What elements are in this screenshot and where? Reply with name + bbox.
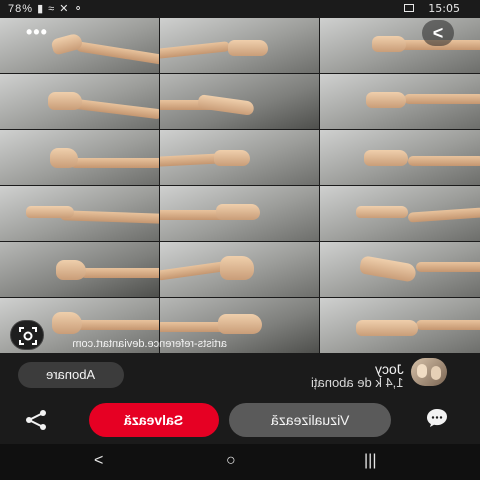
nav-home-button[interactable]: ○: [226, 452, 236, 470]
hand-photo-5: [160, 74, 319, 129]
comment-icon[interactable]: [426, 408, 448, 428]
hand-photo-15: [320, 242, 480, 297]
status-icons: 78% ▮ ≈ ✕ ⚬: [8, 3, 84, 15]
hand-photo-8: [160, 130, 319, 185]
hand-photo-11: [160, 186, 319, 241]
hand-photo-10: [0, 186, 159, 241]
hand-photo-13: [0, 242, 159, 297]
source-url[interactable]: artists-reference.deviantart.com: [52, 338, 227, 350]
status-time: 15:05: [428, 2, 460, 15]
more-options-icon[interactable]: •••: [26, 22, 48, 43]
hand-photo-14: [160, 242, 319, 297]
hand-photo-9: [320, 130, 480, 185]
lens-icon: [19, 327, 37, 345]
visit-button[interactable]: Vizualizează: [229, 403, 391, 437]
status-bar: 78% ▮ ≈ ✕ ⚬ 15:05: [0, 0, 480, 18]
share-icon[interactable]: [24, 408, 48, 432]
visit-label: Vizualizează: [270, 412, 350, 428]
hand-photo-3: [320, 18, 480, 73]
save-label: Salvează: [124, 412, 184, 428]
save-button[interactable]: Salvează: [89, 403, 219, 437]
follow-label: Abonare: [46, 367, 96, 382]
hand-photo-2: [160, 18, 319, 73]
system-navigation-bar: < ○ |||: [0, 444, 480, 480]
hand-photo-6: [320, 74, 480, 129]
creator-followers: 1,4 k de abonați: [311, 375, 404, 390]
reference-image-grid[interactable]: [0, 18, 480, 354]
back-button[interactable]: <: [422, 20, 454, 46]
hand-photo-18: [320, 298, 480, 353]
calendar-icon: [404, 4, 414, 12]
hand-photo-7: [0, 130, 159, 185]
nav-recent-apps-button[interactable]: |||: [364, 452, 376, 470]
nav-back-button[interactable]: <: [94, 452, 103, 470]
avatar[interactable]: [411, 358, 447, 386]
hand-photo-1: [0, 18, 159, 73]
visual-search-button[interactable]: [10, 320, 44, 350]
follow-button[interactable]: Abonare: [18, 362, 124, 388]
hand-photo-4: [0, 74, 159, 129]
hand-photo-12: [320, 186, 480, 241]
